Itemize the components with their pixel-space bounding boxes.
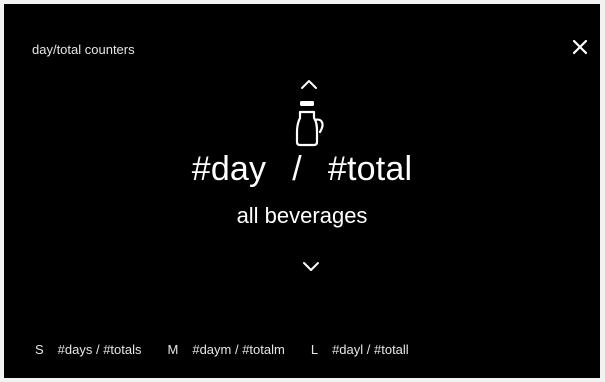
size-counters: S #days / #totals M #daym / #totalm L #dayl /… xyxy=(35,342,409,357)
carafe-icon xyxy=(290,98,330,154)
size-counter-medium: #daym / #totalm xyxy=(192,342,285,357)
size-counter-large: #dayl / #totall xyxy=(332,342,409,357)
previous-beverage-button[interactable] xyxy=(296,76,322,94)
counter-values: #day / #total xyxy=(4,150,600,189)
next-beverage-button[interactable] xyxy=(298,258,324,276)
page-title: day/total counters xyxy=(32,42,135,57)
beverage-label: all beverages xyxy=(236,203,368,228)
counter-separator: / xyxy=(292,150,302,188)
chevron-up-icon xyxy=(301,80,317,89)
size-letter-large: L xyxy=(310,342,319,357)
day-counter: #day xyxy=(191,150,267,188)
close-button[interactable] xyxy=(566,34,594,62)
counters-screen: day/total counters #day / #total all bever… xyxy=(4,4,600,378)
size-counter-small: #days / #totals xyxy=(57,342,142,357)
size-letter-medium: M xyxy=(167,342,179,357)
size-letter-small: S xyxy=(35,342,44,357)
close-icon xyxy=(572,39,588,55)
total-counter: #total xyxy=(327,150,413,188)
chevron-down-icon xyxy=(303,262,319,271)
